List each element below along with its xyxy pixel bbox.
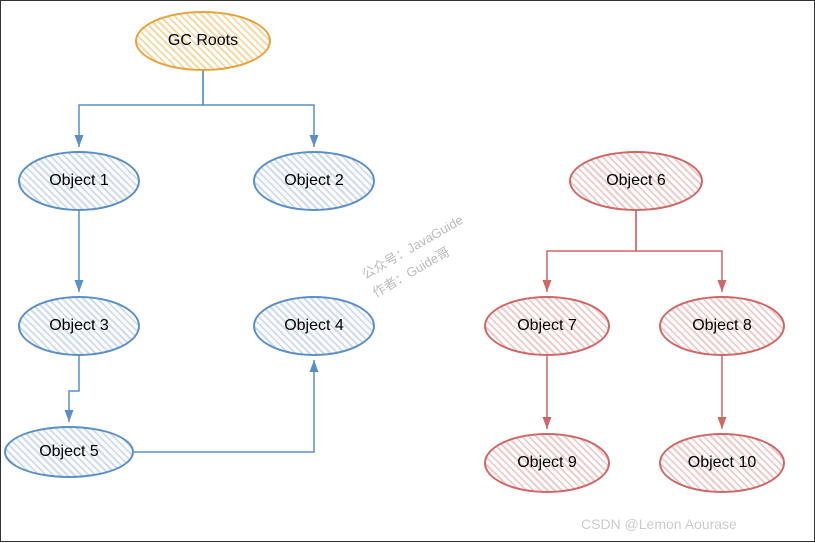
edge — [69, 356, 79, 422]
footer-watermark: CSDN @Lemon Aourase — [581, 516, 737, 532]
edge — [79, 71, 203, 147]
node-label: Object 1 — [49, 172, 109, 190]
node-object-5: Object 5 — [4, 426, 134, 478]
node-label: Object 6 — [606, 172, 666, 190]
center-watermark: 公众号：JavaGuide 作者：Guide哥 — [358, 210, 478, 303]
node-gc-roots: GC Roots — [135, 11, 271, 71]
node-object-3: Object 3 — [18, 296, 140, 356]
node-object-8: Object 8 — [659, 296, 785, 356]
node-label: Object 4 — [284, 317, 344, 335]
node-object-2: Object 2 — [253, 151, 375, 211]
node-label: Object 9 — [517, 454, 577, 472]
node-object-10: Object 10 — [659, 433, 785, 493]
node-label: Object 3 — [49, 317, 109, 335]
edge — [636, 211, 722, 292]
node-label: Object 7 — [517, 317, 577, 335]
node-object-7: Object 7 — [484, 296, 610, 356]
footer-text: CSDN @Lemon Aourase — [581, 516, 737, 532]
node-object-4: Object 4 — [253, 296, 375, 356]
node-label: GC Roots — [168, 32, 238, 50]
node-object-1: Object 1 — [18, 151, 140, 211]
node-object-6: Object 6 — [569, 151, 703, 211]
node-object-9: Object 9 — [484, 433, 610, 493]
edge — [203, 71, 314, 147]
node-label: Object 2 — [284, 172, 344, 190]
edge — [134, 360, 314, 452]
node-label: Object 8 — [692, 317, 752, 335]
edge — [547, 211, 636, 292]
node-label: Object 10 — [688, 454, 756, 472]
node-label: Object 5 — [39, 443, 99, 461]
